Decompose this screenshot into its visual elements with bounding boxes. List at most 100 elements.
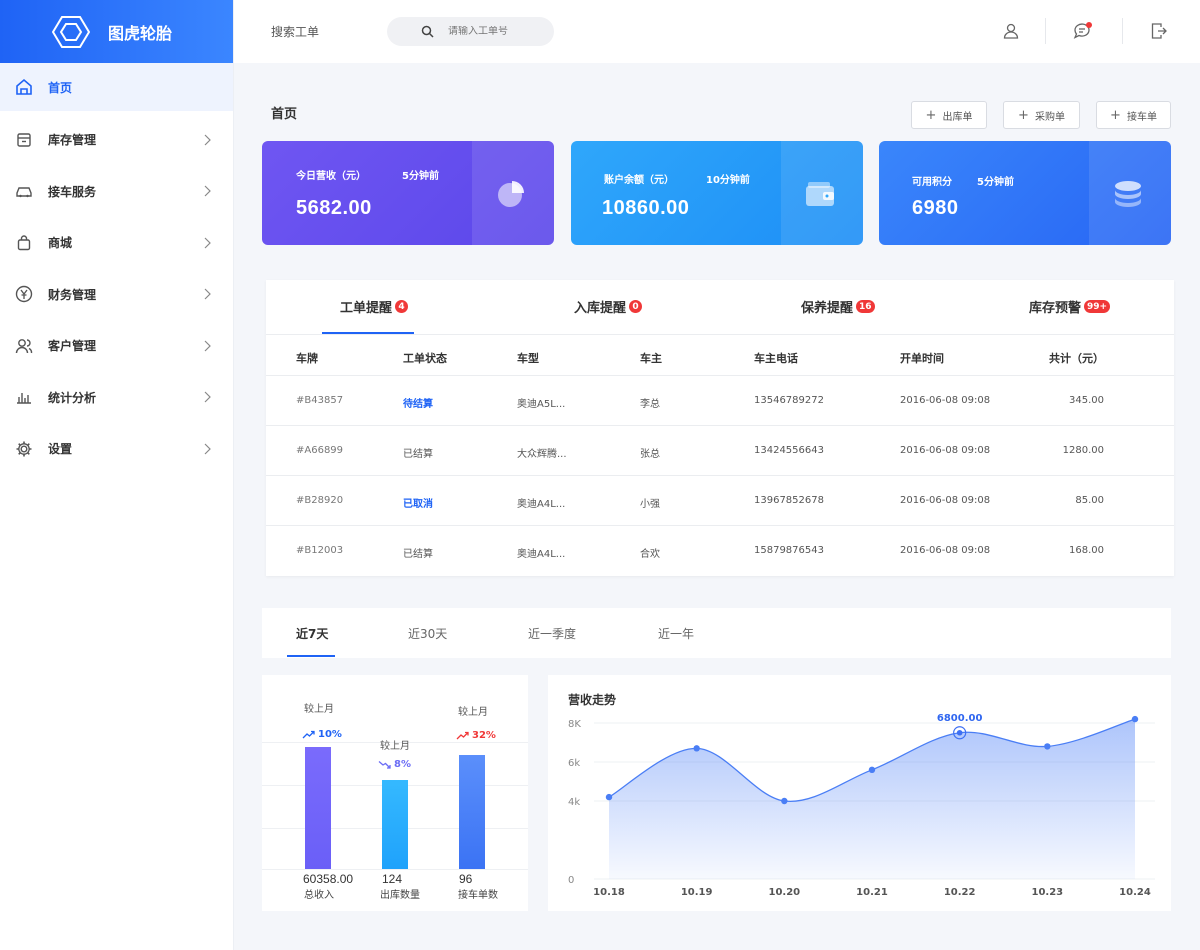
tab-year[interactable]: 近一年 <box>658 625 694 642</box>
sidebar-item-mall[interactable]: 商城 <box>0 217 233 269</box>
sidebar-item-label: 库存管理 <box>48 133 97 148</box>
sidebar-item-customers[interactable]: 客户管理 <box>0 320 233 372</box>
search-input[interactable] <box>448 26 558 37</box>
cell-time: 2016-06-08 09:08 <box>900 495 991 506</box>
bar-label: 接车单数 <box>458 890 498 901</box>
cell-model: 奥迪A5L... <box>517 399 566 410</box>
table-row[interactable]: #B12003 已结算 奥迪A4L... 合欢 15879876543 2016… <box>266 526 1174 576</box>
logout-icon[interactable] <box>1148 20 1170 42</box>
tab-quarter[interactable]: 近一季度 <box>528 625 576 642</box>
data-point <box>956 729 963 736</box>
y-tick-label: 4k <box>568 797 580 808</box>
sidebar-item-finance[interactable]: 财务管理 <box>0 269 233 321</box>
shopping-bag-icon <box>14 233 34 253</box>
sidebar-item-inventory[interactable]: 库存管理 <box>0 114 233 166</box>
divider <box>1045 18 1046 44</box>
data-point <box>1044 743 1051 750</box>
users-icon <box>14 336 34 356</box>
app-name: 图虎轮胎 <box>108 23 173 43</box>
column-header: 车主电话 <box>754 352 798 365</box>
data-point <box>605 793 613 801</box>
tab-label: 库存预警 <box>1029 301 1082 316</box>
x-tick-label: 10.23 <box>1032 887 1064 898</box>
cell-model: 奥迪A4L... <box>517 499 566 510</box>
message-icon[interactable] <box>1072 20 1094 42</box>
vehicle-intake-button[interactable]: + 接车单 <box>1096 101 1171 129</box>
balance-card[interactable]: 账户余额（元） 10分钟前 10860.00 <box>571 141 863 245</box>
reminder-tabs: 工单提醒 4 入库提醒 0 保养提醒 16 库存预警 99+ <box>266 280 1174 335</box>
tab-maintenance[interactable]: 保养提醒 16 <box>801 297 875 316</box>
cell-model: 奥迪A4L... <box>517 549 566 560</box>
cell-status[interactable]: 已取消 <box>403 495 433 510</box>
change-value: 8% <box>394 759 411 770</box>
trend-down-icon <box>378 760 391 769</box>
sidebar-item-label: 设置 <box>48 442 73 457</box>
sidebar-item-label: 统计分析 <box>48 390 97 405</box>
card-label: 可用积分 <box>912 177 952 188</box>
sidebar-item-label: 接车服务 <box>48 184 97 199</box>
bar-value: 96 <box>459 872 473 886</box>
cell-status: 已结算 <box>403 549 433 560</box>
trend-up-icon <box>302 730 315 739</box>
sidebar-item-car-service[interactable]: 接车服务 <box>0 166 233 218</box>
y-tick-label: 0 <box>568 875 574 886</box>
sidebar-item-home[interactable]: 首页 <box>0 63 233 111</box>
bar-value: 124 <box>382 872 403 886</box>
sidebar-item-label: 商城 <box>48 236 73 251</box>
highlight-label: 6800.00 <box>937 713 983 724</box>
cell-plate: #B28920 <box>296 495 344 506</box>
card-label: 账户余额（元） <box>604 175 674 186</box>
button-label: 采购单 <box>1034 111 1065 123</box>
card-value: 10860.00 <box>602 197 690 219</box>
tab-7-days[interactable]: 近7天 <box>296 625 328 642</box>
sidebar-nav: 首页 库存管理 接车服务 商城 财务管理 客户管理 统计分析 设置 <box>0 63 233 475</box>
revenue-card[interactable]: 今日营收（元） 5分钟前 5682.00 <box>262 141 554 245</box>
cell-phone: 13424556643 <box>754 445 824 456</box>
change-down: 8% <box>378 759 411 770</box>
coins-icon <box>1115 181 1141 207</box>
wallet-icon <box>806 182 834 206</box>
cell-total: 345.00 <box>1069 395 1104 406</box>
chevron-right-icon <box>204 340 211 352</box>
chevron-right-icon <box>204 288 211 300</box>
cell-time: 2016-06-08 09:08 <box>900 395 991 406</box>
table-row[interactable]: #A66899 已结算 大众辉腾... 张总 13424556643 2016-… <box>266 426 1174 476</box>
chevron-right-icon <box>204 237 211 249</box>
count-badge: 16 <box>856 300 875 313</box>
home-icon <box>14 77 34 97</box>
column-header: 车主 <box>640 352 662 365</box>
column-header: 共计（元） <box>1049 352 1104 365</box>
x-tick-label: 10.20 <box>769 887 801 898</box>
cell-model: 大众辉腾... <box>517 449 567 460</box>
x-tick-label: 10.24 <box>1119 887 1151 898</box>
sidebar-item-label: 财务管理 <box>48 287 97 302</box>
tab-30-days[interactable]: 近30天 <box>408 625 447 642</box>
purchase-order-button[interactable]: + 采购单 <box>1003 101 1080 129</box>
user-icon[interactable] <box>1000 20 1022 42</box>
data-point <box>1131 715 1139 723</box>
points-card[interactable]: 可用积分 5分钟前 6980 <box>879 141 1171 245</box>
tab-stock-alert[interactable]: 库存预警 99+ <box>1029 297 1111 316</box>
app-logo[interactable]: 图虎轮胎 <box>0 0 233 63</box>
table-row[interactable]: #B28920 已取消 奥迪A4L... 小强 13967852678 2016… <box>266 476 1174 526</box>
active-tab-indicator <box>287 655 335 657</box>
active-tab-indicator <box>322 332 414 334</box>
cell-status[interactable]: 待结算 <box>403 395 433 410</box>
y-tick-label: 6k <box>568 758 580 769</box>
outbound-order-button[interactable]: + 出库单 <box>911 101 987 129</box>
search-box[interactable] <box>387 17 558 46</box>
change-value: 10% <box>318 729 342 740</box>
sidebar-item-settings[interactable]: 设置 <box>0 423 233 475</box>
cell-plate: #B12003 <box>296 545 344 556</box>
tab-work-orders[interactable]: 工单提醒 4 <box>340 297 409 316</box>
sidebar: 图虎轮胎 首页 库存管理 接车服务 商城 财务管理 客户管理 统计分析 设置 <box>0 0 234 950</box>
tab-inbound[interactable]: 入库提醒 0 <box>574 297 643 316</box>
sidebar-item-statistics[interactable]: 统计分析 <box>0 372 233 424</box>
topbar-title: 搜索工单 <box>271 25 320 39</box>
yen-icon <box>14 284 34 304</box>
sidebar-item-label: 客户管理 <box>48 339 97 354</box>
inventory-icon <box>14 130 34 150</box>
table-row[interactable]: #B43857 待结算 奥迪A5L... 李总 13546789272 2016… <box>266 376 1174 426</box>
button-label: 接车单 <box>1126 111 1157 123</box>
revenue-trend-chart: 营收走势 0 4k 6k 8K 10.18 10.19 10.20 10.21 6800.00 1… <box>548 675 1171 911</box>
